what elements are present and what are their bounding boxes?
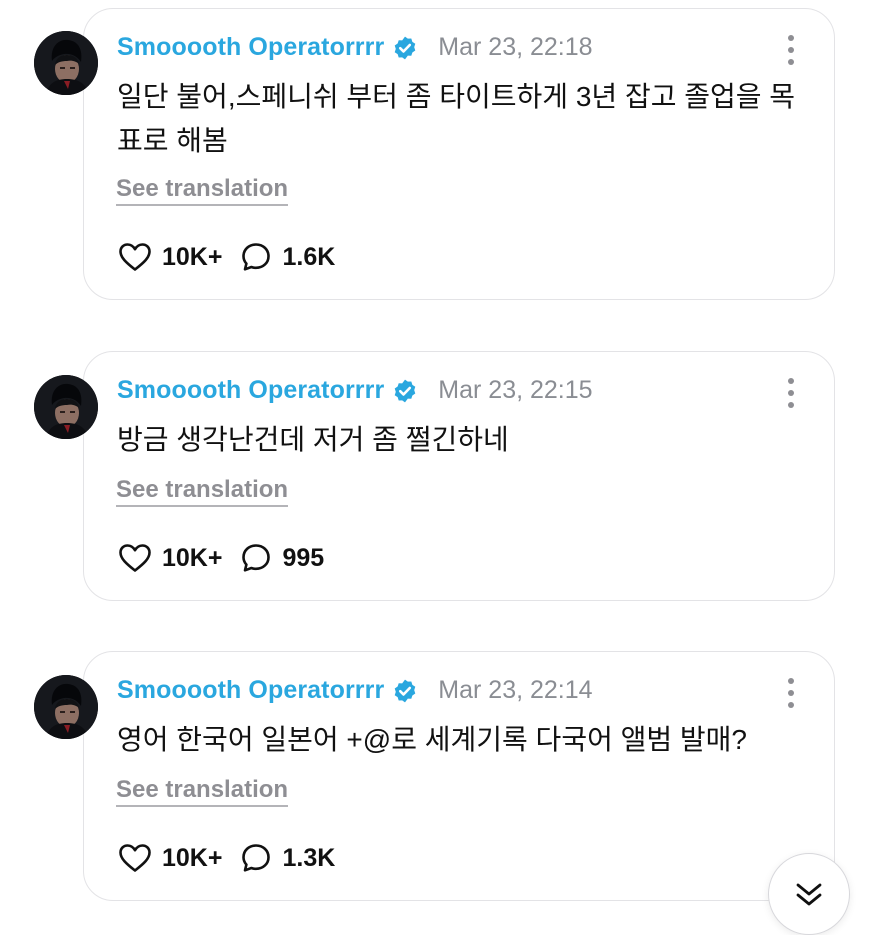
post-header: Smooooth Operatorrrr Mar 23, 22:14 (117, 676, 593, 705)
like-count: 10K+ (162, 242, 223, 271)
post-text: 일단 불어,스페니쉬 부터 좀 타이트하게 3년 잡고 졸업을 목표로 해봄 (117, 81, 796, 156)
avatar[interactable] (34, 375, 98, 439)
avatar[interactable] (34, 31, 98, 95)
reply-button[interactable]: 1.6K (240, 241, 335, 273)
heart-outline-icon (119, 544, 151, 572)
see-translation-link[interactable]: See translation (116, 476, 289, 507)
verified-badge-icon (392, 378, 418, 404)
reply-count: 995 (282, 543, 325, 572)
post-timestamp: Mar 23, 22:15 (438, 376, 593, 404)
reply-count: 1.6K (282, 242, 336, 271)
post-card[interactable]: Smooooth Operatorrrr Mar 23, 22:15 방금 생각… (83, 351, 835, 601)
verified-badge-icon (392, 35, 418, 61)
like-button[interactable]: 10K+ (118, 843, 222, 873)
post-timestamp: Mar 23, 22:14 (438, 676, 593, 704)
like-count: 10K+ (162, 543, 223, 572)
reply-count: 1.3K (282, 843, 336, 872)
post-text: 영어 한국어 일본어 +@로 세계기록 다국어 앨범 발매? (117, 724, 748, 755)
like-count: 10K+ (162, 843, 223, 872)
more-vertical-icon[interactable] (786, 35, 796, 65)
avatar[interactable] (34, 675, 98, 739)
post-card[interactable]: Smooooth Operatorrrr Mar 23, 22:14 영어 한국… (83, 651, 835, 901)
post-text: 방금 생각난건데 저거 좀 쩔긴하네 (117, 424, 509, 455)
like-button[interactable]: 10K+ (118, 242, 222, 272)
speech-bubble-icon (242, 243, 271, 271)
verified-badge-icon (392, 678, 418, 704)
reply-button[interactable]: 1.3K (240, 842, 335, 874)
see-translation-link[interactable]: See translation (116, 175, 289, 206)
like-button[interactable]: 10K+ (118, 543, 222, 573)
more-vertical-icon[interactable] (786, 378, 796, 408)
post-actions: 10K+ 1.3K (118, 842, 335, 874)
more-vertical-icon[interactable] (786, 678, 796, 708)
heart-outline-icon (119, 243, 151, 271)
scroll-down-button[interactable] (768, 853, 850, 935)
heart-outline-icon (119, 844, 151, 872)
reply-button[interactable]: 995 (240, 542, 324, 574)
speech-bubble-icon (242, 544, 271, 572)
post-header: Smooooth Operatorrrr Mar 23, 22:15 (117, 376, 593, 405)
post-header: Smooooth Operatorrrr Mar 23, 22:18 (117, 33, 593, 62)
post-card[interactable]: Smooooth Operatorrrr Mar 23, 22:18 일단 불어… (83, 8, 835, 300)
post-actions: 10K+ 1.6K (118, 241, 335, 273)
post-timestamp: Mar 23, 22:18 (438, 33, 593, 61)
post-actions: 10K+ 995 (118, 542, 324, 574)
see-translation-link[interactable]: See translation (116, 776, 289, 807)
username-link[interactable]: Smooooth Operatorrrr (117, 376, 384, 405)
chevrons-down-icon (796, 883, 822, 906)
username-link[interactable]: Smooooth Operatorrrr (117, 676, 384, 705)
username-link[interactable]: Smooooth Operatorrrr (117, 33, 384, 62)
speech-bubble-icon (242, 844, 271, 872)
post-feed: Smooooth Operatorrrr Mar 23, 22:18 일단 불어… (0, 0, 870, 935)
